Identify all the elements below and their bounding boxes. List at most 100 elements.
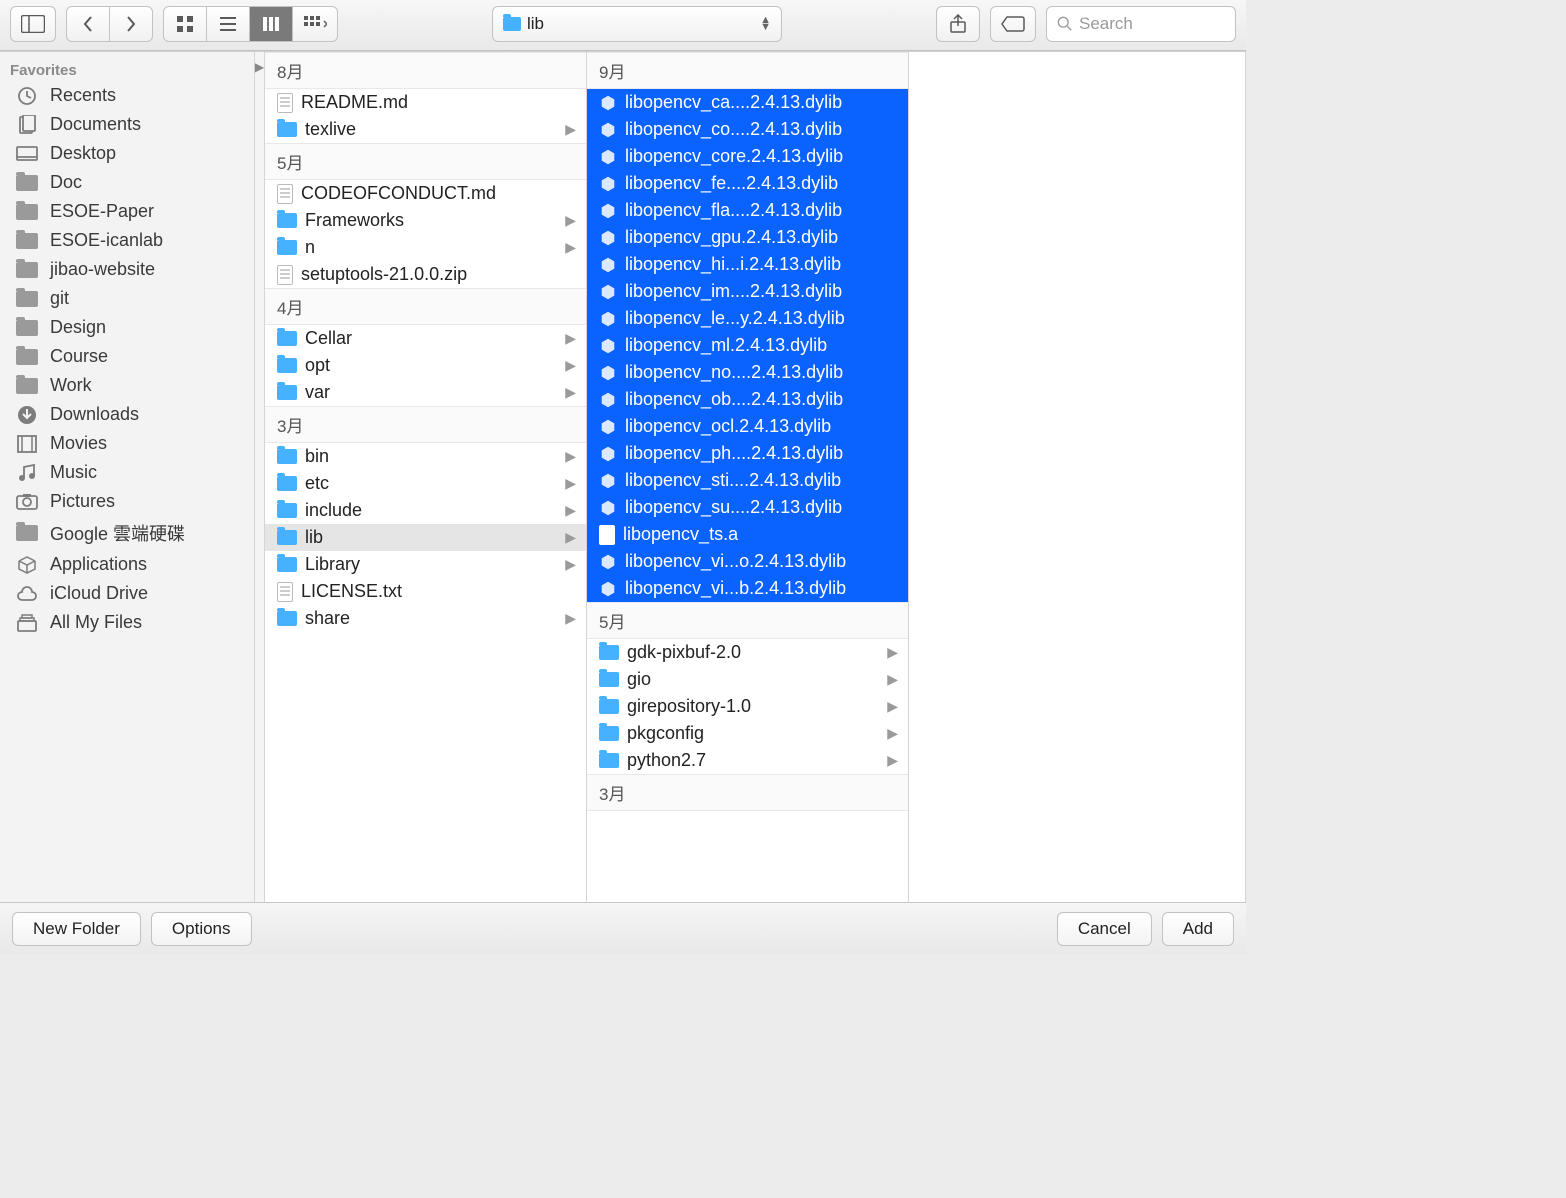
sidebar-item[interactable]: Applications	[0, 550, 254, 579]
sidebar-item-label: Pictures	[50, 491, 115, 512]
file-row[interactable]: libopencv_im....2.4.13.dylib	[587, 278, 908, 305]
column-2[interactable]: 9月libopencv_ca....2.4.13.dyliblibopencv_…	[587, 52, 909, 902]
file-row[interactable]: libopencv_fla....2.4.13.dylib	[587, 197, 908, 224]
file-row[interactable]: pkgconfig▶	[587, 720, 908, 747]
sidebar-item[interactable]: Google 雲端硬碟	[0, 516, 254, 550]
sidebar-item[interactable]: Downloads	[0, 400, 254, 429]
sidebar-item-label: ESOE-icanlab	[50, 230, 163, 251]
file-row[interactable]: LICENSE.txt	[265, 578, 586, 605]
file-name: opt	[305, 355, 557, 376]
chevron-right-icon: ▶	[887, 698, 898, 715]
folder-icon	[14, 318, 40, 338]
column-divider[interactable]: ▶	[255, 52, 265, 902]
file-row[interactable]: setuptools-21.0.0.zip	[265, 261, 586, 288]
file-row[interactable]: gdk-pixbuf-2.0▶	[587, 639, 908, 666]
file-row[interactable]: Library▶	[265, 551, 586, 578]
sidebar-item[interactable]: Desktop	[0, 139, 254, 168]
icon-view-button[interactable]	[163, 6, 207, 42]
file-row[interactable]: share▶	[265, 605, 586, 632]
sidebar-toggle-button[interactable]	[10, 6, 56, 42]
file-row[interactable]: libopencv_sti....2.4.13.dylib	[587, 467, 908, 494]
sidebar-item[interactable]: git	[0, 284, 254, 313]
file-row[interactable]: Frameworks▶	[265, 207, 586, 234]
file-row[interactable]: girepository-1.0▶	[587, 693, 908, 720]
group-header: 9月	[587, 52, 908, 89]
file-row[interactable]: libopencv_co....2.4.13.dylib	[587, 116, 908, 143]
sidebar-item[interactable]: Work	[0, 371, 254, 400]
file-row[interactable]: n▶	[265, 234, 586, 261]
file-row[interactable]: libopencv_ca....2.4.13.dylib	[587, 89, 908, 116]
file-row[interactable]: README.md	[265, 89, 586, 116]
file-name: libopencv_fe....2.4.13.dylib	[625, 173, 898, 194]
cancel-button[interactable]: Cancel	[1057, 912, 1152, 946]
file-row[interactable]: etc▶	[265, 470, 586, 497]
sidebar-item[interactable]: Course	[0, 342, 254, 371]
file-row[interactable]: libopencv_ts.a	[587, 521, 908, 548]
file-row[interactable]: libopencv_le...y.2.4.13.dylib	[587, 305, 908, 332]
sidebar-item[interactable]: iCloud Drive	[0, 579, 254, 608]
sidebar-item[interactable]: All My Files	[0, 608, 254, 637]
file-name: libopencv_im....2.4.13.dylib	[625, 281, 898, 302]
file-name: libopencv_vi...b.2.4.13.dylib	[625, 578, 898, 599]
sidebar-item[interactable]: Design	[0, 313, 254, 342]
sidebar-item[interactable]: ESOE-Paper	[0, 197, 254, 226]
list-view-button[interactable]	[206, 6, 250, 42]
file-row[interactable]: var▶	[265, 379, 586, 406]
sidebar-item[interactable]: Doc	[0, 168, 254, 197]
tags-button[interactable]	[990, 6, 1036, 42]
share-button[interactable]	[936, 6, 980, 42]
sidebar-item[interactable]: Documents	[0, 110, 254, 139]
column-view-button[interactable]	[249, 6, 293, 42]
file-row[interactable]: libopencv_gpu.2.4.13.dylib	[587, 224, 908, 251]
column-1[interactable]: 8月README.mdtexlive▶5月CODEOFCONDUCT.mdFra…	[265, 52, 587, 902]
search-input[interactable]: Search	[1046, 6, 1236, 42]
forward-button[interactable]	[109, 6, 153, 42]
file-name: libopencv_su....2.4.13.dylib	[625, 497, 898, 518]
file-row[interactable]: libopencv_hi...i.2.4.13.dylib	[587, 251, 908, 278]
file-row[interactable]: Cellar▶	[265, 325, 586, 352]
path-dropdown[interactable]: lib ▲▼	[492, 6, 782, 42]
sidebar-item[interactable]: ESOE-icanlab	[0, 226, 254, 255]
chevron-right-icon: ▶	[565, 121, 576, 138]
file-row[interactable]: gio▶	[587, 666, 908, 693]
file-row[interactable]: libopencv_ml.2.4.13.dylib	[587, 332, 908, 359]
document-icon	[277, 93, 293, 113]
file-row[interactable]: lib▶	[265, 524, 586, 551]
file-row[interactable]: texlive▶	[265, 116, 586, 143]
sidebar-item[interactable]: Recents	[0, 81, 254, 110]
sidebar-item[interactable]: Pictures	[0, 487, 254, 516]
file-name: Library	[305, 554, 557, 575]
file-row[interactable]: libopencv_su....2.4.13.dylib	[587, 494, 908, 521]
file-row[interactable]: libopencv_fe....2.4.13.dylib	[587, 170, 908, 197]
file-name: setuptools-21.0.0.zip	[301, 264, 576, 285]
sidebar[interactable]: Favorites RecentsDocumentsDesktopDocESOE…	[0, 52, 255, 902]
gallery-view-button[interactable]	[292, 6, 338, 42]
file-row[interactable]: libopencv_vi...o.2.4.13.dylib	[587, 548, 908, 575]
dylib-icon	[599, 94, 617, 112]
folder-icon	[277, 122, 297, 137]
file-row[interactable]: opt▶	[265, 352, 586, 379]
file-row[interactable]: libopencv_vi...b.2.4.13.dylib	[587, 575, 908, 602]
file-row[interactable]: CODEOFCONDUCT.md	[265, 180, 586, 207]
chevron-right-icon: ▶	[887, 671, 898, 688]
file-row[interactable]: libopencv_core.2.4.13.dylib	[587, 143, 908, 170]
sidebar-item[interactable]: Movies	[0, 429, 254, 458]
file-row[interactable]: python2.7▶	[587, 747, 908, 774]
file-name: CODEOFCONDUCT.md	[301, 183, 576, 204]
options-button[interactable]: Options	[151, 912, 252, 946]
view-mode-buttons	[163, 6, 338, 42]
file-row[interactable]: libopencv_ob....2.4.13.dylib	[587, 386, 908, 413]
file-row[interactable]: include▶	[265, 497, 586, 524]
new-folder-button[interactable]: New Folder	[12, 912, 141, 946]
sidebar-item[interactable]: Music	[0, 458, 254, 487]
file-row[interactable]: libopencv_ph....2.4.13.dylib	[587, 440, 908, 467]
chevron-right-icon: ▶	[887, 725, 898, 742]
add-button[interactable]: Add	[1162, 912, 1234, 946]
back-button[interactable]	[66, 6, 110, 42]
file-name: libopencv_fla....2.4.13.dylib	[625, 200, 898, 221]
file-row[interactable]: libopencv_no....2.4.13.dylib	[587, 359, 908, 386]
file-row[interactable]: bin▶	[265, 443, 586, 470]
sidebar-item[interactable]: jibao-website	[0, 255, 254, 284]
folder-icon	[277, 530, 297, 545]
file-row[interactable]: libopencv_ocl.2.4.13.dylib	[587, 413, 908, 440]
